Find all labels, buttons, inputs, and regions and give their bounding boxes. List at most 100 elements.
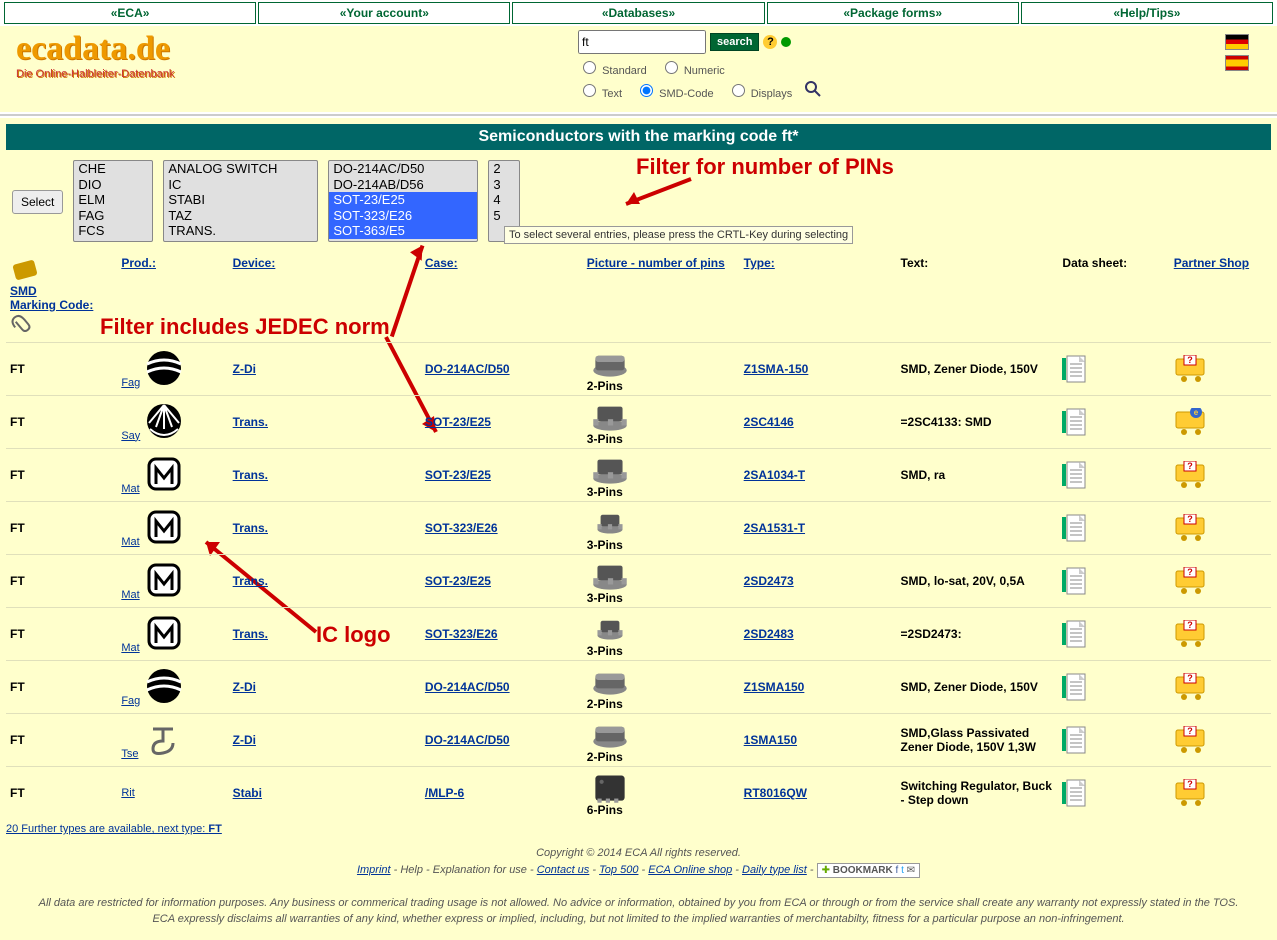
cell-device: Stabi bbox=[229, 767, 421, 820]
footer-shop-link[interactable]: ECA Online shop bbox=[648, 864, 732, 876]
device-link[interactable]: Stabi bbox=[233, 786, 262, 800]
prod-link[interactable]: Fag bbox=[121, 377, 140, 389]
device-link[interactable]: Trans. bbox=[233, 468, 268, 482]
device-link[interactable]: Trans. bbox=[233, 574, 268, 588]
type-link[interactable]: RT8016QW bbox=[744, 786, 807, 800]
cart-icon[interactable] bbox=[1174, 355, 1208, 383]
prod-link[interactable]: Mat bbox=[121, 589, 139, 601]
device-link[interactable]: Z-Di bbox=[233, 733, 256, 747]
radio-text[interactable]: Text bbox=[578, 88, 622, 100]
case-link[interactable]: /MLP-6 bbox=[425, 786, 464, 800]
filter-prod-select[interactable]: CHEDIOELMFAGFCS bbox=[73, 160, 153, 242]
type-link[interactable]: 2SD2483 bbox=[744, 627, 794, 641]
case-link[interactable]: DO-214AC/D50 bbox=[425, 733, 510, 747]
radio-displays[interactable]: Displays bbox=[727, 88, 793, 100]
radio-smd[interactable]: SMD-Code bbox=[635, 88, 713, 100]
cart-icon[interactable] bbox=[1174, 673, 1208, 701]
table-row: FTMat Trans.SOT-23/E25 3-Pins2SD2473SMD,… bbox=[6, 555, 1271, 608]
cart-icon[interactable] bbox=[1174, 567, 1208, 595]
nav-item[interactable]: «ECA» bbox=[4, 2, 256, 24]
nav-item[interactable]: «Databases» bbox=[512, 2, 764, 24]
footer-daily-link[interactable]: Daily type list bbox=[742, 864, 807, 876]
magnifier-icon[interactable] bbox=[805, 81, 821, 97]
type-link[interactable]: 1SMA150 bbox=[744, 733, 797, 747]
datasheet-icon[interactable] bbox=[1062, 354, 1086, 384]
device-link[interactable]: Trans. bbox=[233, 627, 268, 641]
hdr-prod-link[interactable]: Prod.: bbox=[121, 256, 156, 270]
filter-device-select[interactable]: ANALOG SWITCHICSTABITAZTRANS. bbox=[163, 160, 318, 242]
flag-de-icon[interactable] bbox=[1225, 34, 1249, 50]
device-link[interactable]: Trans. bbox=[233, 415, 268, 429]
prod-link[interactable]: Mat bbox=[121, 642, 139, 654]
datasheet-icon[interactable] bbox=[1062, 778, 1086, 808]
hdr-shop-link[interactable]: Partner Shop bbox=[1174, 256, 1249, 270]
cell-prod: Mat bbox=[117, 555, 228, 608]
nav-item[interactable]: «Help/Tips» bbox=[1021, 2, 1273, 24]
datasheet-icon[interactable] bbox=[1062, 513, 1086, 543]
prod-link[interactable]: Mat bbox=[121, 483, 139, 495]
table-row: FTFag Z-DiDO-214AC/D50 2-PinsZ1SMA-150SM… bbox=[6, 343, 1271, 396]
case-link[interactable]: SOT-323/E26 bbox=[425, 627, 498, 641]
type-link[interactable]: Z1SMA-150 bbox=[744, 362, 809, 376]
prod-link[interactable]: Rit bbox=[121, 787, 134, 799]
prod-link[interactable]: Mat bbox=[121, 536, 139, 548]
device-link[interactable]: Z-Di bbox=[233, 680, 256, 694]
cell-pic: 2-Pins bbox=[583, 343, 740, 396]
cart-icon[interactable] bbox=[1174, 620, 1208, 648]
top-nav: «ECA»«Your account»«Databases»«Package f… bbox=[0, 0, 1277, 26]
datasheet-icon[interactable] bbox=[1062, 460, 1086, 490]
cart-icon[interactable] bbox=[1174, 408, 1208, 436]
hdr-type-link[interactable]: Type: bbox=[744, 256, 775, 270]
hdr-pic-link[interactable]: Picture - number of pins bbox=[587, 256, 725, 270]
datasheet-icon[interactable] bbox=[1062, 619, 1086, 649]
case-link[interactable]: SOT-23/E25 bbox=[425, 468, 491, 482]
hdr-case-link[interactable]: Case: bbox=[425, 256, 458, 270]
type-link[interactable]: 2SD2473 bbox=[744, 574, 794, 588]
case-link[interactable]: DO-214AC/D50 bbox=[425, 680, 510, 694]
type-link[interactable]: Z1SMA150 bbox=[744, 680, 805, 694]
nav-item[interactable]: «Package forms» bbox=[767, 2, 1019, 24]
footer-top500-link[interactable]: Top 500 bbox=[599, 864, 638, 876]
cart-icon[interactable] bbox=[1174, 461, 1208, 489]
datasheet-icon[interactable] bbox=[1062, 725, 1086, 755]
prod-link[interactable]: Fag bbox=[121, 695, 140, 707]
cart-icon[interactable] bbox=[1174, 726, 1208, 754]
device-link[interactable]: Trans. bbox=[233, 521, 268, 535]
footer-contact-link[interactable]: Contact us bbox=[537, 864, 590, 876]
filter-case-select[interactable]: DO-214AC/D50DO-214AB/D56SOT-23/E25SOT-32… bbox=[328, 160, 478, 242]
hdr-device-link[interactable]: Device: bbox=[233, 256, 276, 270]
cell-device: Trans. bbox=[229, 502, 421, 555]
cart-icon[interactable] bbox=[1174, 514, 1208, 542]
type-link[interactable]: 2SC4146 bbox=[744, 415, 794, 429]
search-input[interactable] bbox=[578, 30, 706, 54]
bookmark-button[interactable]: ✚ BOOKMARK f t ✉ bbox=[817, 863, 920, 878]
footer-imprint-link[interactable]: Imprint bbox=[357, 864, 391, 876]
nav-item[interactable]: «Your account» bbox=[258, 2, 510, 24]
device-link[interactable]: Z-Di bbox=[233, 362, 256, 376]
case-link[interactable]: DO-214AC/D50 bbox=[425, 362, 510, 376]
case-link[interactable]: SOT-323/E26 bbox=[425, 521, 498, 535]
cell-sheet bbox=[1058, 608, 1169, 661]
hdr-smd-link[interactable]: SMD bbox=[10, 284, 37, 298]
datasheet-icon[interactable] bbox=[1062, 407, 1086, 437]
more-types-link[interactable]: 20 Further types are available, next typ… bbox=[6, 823, 222, 835]
type-link[interactable]: 2SA1034-T bbox=[744, 468, 805, 482]
radio-numeric[interactable]: Numeric bbox=[660, 65, 725, 77]
cart-icon[interactable] bbox=[1174, 779, 1208, 807]
case-link[interactable]: SOT-23/E25 bbox=[425, 415, 491, 429]
prod-link[interactable]: Say bbox=[121, 430, 140, 442]
flag-es-icon[interactable] bbox=[1225, 55, 1249, 71]
datasheet-icon[interactable] bbox=[1062, 672, 1086, 702]
help-icon[interactable]: ? bbox=[763, 35, 777, 49]
search-mode-radios: Standard Numeric Text SMD-Code Displays bbox=[578, 58, 821, 104]
prod-link[interactable]: Tse bbox=[121, 748, 138, 760]
datasheet-icon[interactable] bbox=[1062, 566, 1086, 596]
radio-standard[interactable]: Standard bbox=[578, 65, 647, 77]
filter-select-button[interactable]: Select bbox=[12, 190, 63, 214]
search-button[interactable]: search bbox=[710, 33, 759, 51]
type-link[interactable]: 2SA1531-T bbox=[744, 521, 805, 535]
cell-shop bbox=[1170, 714, 1271, 767]
hdr-marking-link[interactable]: Marking Code: bbox=[10, 298, 93, 312]
case-link[interactable]: SOT-23/E25 bbox=[425, 574, 491, 588]
search-area: search ? Standard Numeric Text SMD-Code … bbox=[578, 30, 821, 104]
